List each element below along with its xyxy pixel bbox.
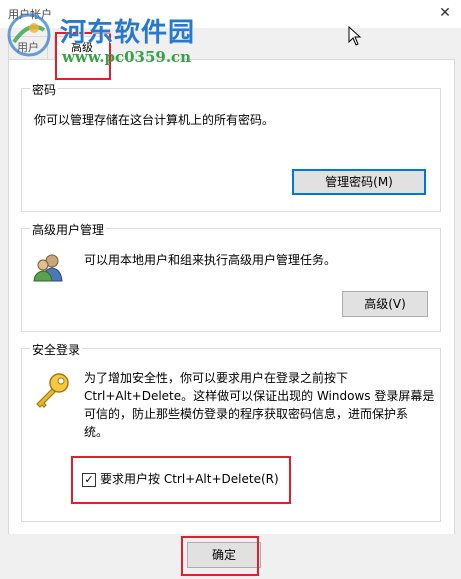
passwords-group-label: 密码 <box>30 81 59 98</box>
ok-button-highlight <box>181 536 259 576</box>
advanced-user-management-label: 高级用户管理 <box>30 221 107 238</box>
secure-logon-line-4: 统。 <box>84 425 109 439</box>
checkbox-highlight <box>71 456 291 504</box>
advanced-user-management-group: 高级用户管理 可以用本地用户和组来执行高级用户管理任务。 高级(V) <box>21 221 441 332</box>
secure-logon-line-2: Ctrl+Alt+Delete。这样做可以保证出现的 Windows 登录屏幕是 <box>84 389 435 403</box>
watermark-name: 河东软件园 <box>60 18 196 48</box>
key-icon <box>36 373 69 408</box>
advanced-user-management-description: 可以用本地用户和组来执行高级用户管理任务。 <box>84 253 337 267</box>
secure-logon-line-3: 可信的，防止那些模仿登录的程序获取密码信息，进而保护系 <box>84 407 409 421</box>
manage-passwords-button[interactable]: 管理密码(M) <box>292 169 426 195</box>
users-icon <box>33 254 63 282</box>
watermark-logo-icon <box>7 13 51 57</box>
user-accounts-window: 用户帐户 ✕ 用户 高级 河东软件园 www.pc0359.cn 密码 你可以管… <box>0 0 461 579</box>
passwords-description: 你可以管理存储在这台计算机上的所有密码。 <box>34 113 275 127</box>
secure-logon-label: 安全登录 <box>30 341 83 358</box>
secure-logon-line-1: 为了增加安全性，你可以要求用户在登录之前按下 <box>84 371 349 385</box>
close-button[interactable]: ✕ <box>432 2 458 24</box>
advanced-button[interactable]: 高级(V) <box>342 291 428 317</box>
mouse-cursor-icon <box>348 26 362 46</box>
watermark-url: www.pc0359.cn <box>62 48 192 66</box>
passwords-group: 密码 你可以管理存储在这台计算机上的所有密码。 管理密码(M) <box>21 81 441 212</box>
